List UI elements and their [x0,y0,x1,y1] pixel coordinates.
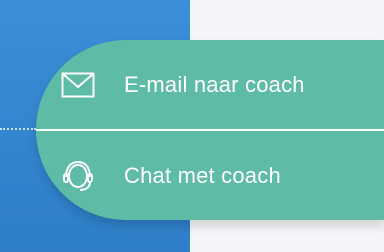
stage: E-mail naar coach Chat met coach [0,0,384,252]
dotted-connector [0,128,36,134]
email-coach-button[interactable]: E-mail naar coach [36,40,384,129]
headset-icon [60,158,96,194]
chat-coach-button[interactable]: Chat met coach [36,131,384,220]
contact-coach-menu: E-mail naar coach Chat met coach [36,40,384,220]
chat-coach-label: Chat met coach [124,162,281,188]
email-coach-label: E-mail naar coach [124,71,305,97]
envelope-icon [60,67,96,103]
